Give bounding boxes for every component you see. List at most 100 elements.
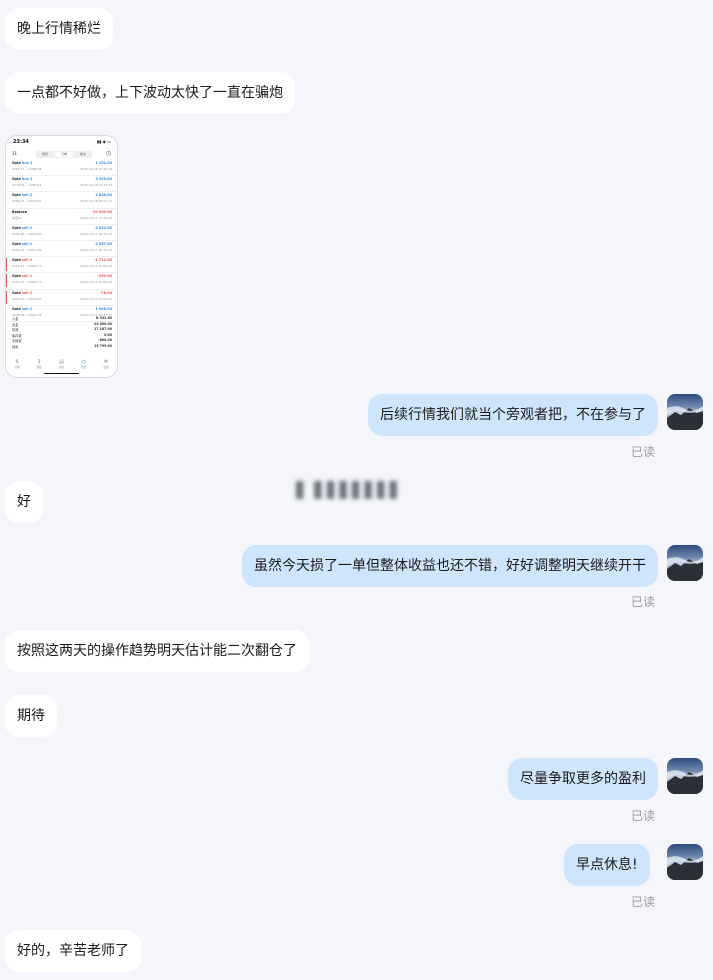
deal-symbol: Gold [12,241,21,246]
summary-label: 结余 [12,345,19,349]
deal-row: Gold sell 1 4322.27 → 4326.17 -390.00 2025.… [6,273,117,290]
summary-row: 手续费 -800.00 [12,338,112,343]
deal-profit: 4 534.00 [95,225,112,230]
phone-tab: ▤ 交易 [50,359,72,369]
message-bubble-outgoing[interactable]: 后续行情我们就当个旁观者把，不在参与了 [368,394,658,436]
deal-symbol: Gold [12,306,21,311]
deal-title: Gold sell 2 [12,258,32,262]
phone-tab-label: 图表 [36,366,42,369]
blurred-system-text: ▋ ▋▋▋▋▋▋▋ [296,481,403,499]
deal-title: Gold buy 2 [12,161,32,165]
deal-profit: 3 295.00 [95,177,112,182]
deal-time: 2025.12.17 16:11:35 [80,231,112,236]
message-bubble-outgoing[interactable]: 虽然今天损了一单但整体收益也还不错，好好调整明天继续开干 [242,545,658,587]
image-message-trade-history[interactable]: 23:34 ▮▮ ◉ ▭ 31 持仓 订单 成交 ◷ Gold buy 2 439… [5,135,118,378]
deal-title: Gold sell 2 [12,307,32,311]
deal-prices: 4336.66 → 4313.80 [12,231,42,236]
deal-row: Gold sell 2 4318.45 → 4326.77 -1 712.00 202… [6,257,117,274]
message-bubble-incoming[interactable]: 期待 [5,695,57,737]
avatar[interactable] [667,545,703,581]
read-receipt: 已读 [631,809,656,823]
deal-title: Gold sell 2 [12,291,32,295]
phone-home-indicator [44,372,79,374]
summary-value: N 332.00 [95,316,112,320]
summary-value: -10 000.00 [92,321,112,326]
read-receipt: 已读 [631,445,656,459]
message-bubble-outgoing[interactable]: 早点休息! [564,844,650,886]
deal-symbol: Gold [12,161,21,165]
deal-profit: -10 000.00 [91,209,112,214]
read-receipt: 已读 [631,895,656,909]
deal-profit: 2 567.00 [95,241,112,246]
deal-time: 2025.12.17 21:08:45 [80,264,112,269]
summary-row: 库存费 0.00 [12,333,112,338]
summary-row: 入金 N 332.00 [12,316,112,321]
phone-segment-active: 订单 [55,152,73,157]
phone-segment-control: 持仓 订单 成交 [36,151,92,158]
summary-label: 库存费 [12,333,22,338]
deal-prices: 4386.75 → 4378.50 [12,199,42,204]
phone-history-header: 31 持仓 订单 成交 ◷ [6,150,117,160]
deal-profit: 1 968.00 [95,306,112,311]
phone-header-left: 31 [12,151,18,156]
deal-row: Gold buy 2 4395.17 → 4388.98 1 152.00 2025.… [6,160,117,177]
phone-deal-list: Gold buy 2 4395.17 → 4388.98 1 152.00 2025.… [6,160,117,322]
message-bubble-incoming[interactable]: 按照这两天的操作趋势明天估计能二次翻仓了 [5,630,309,672]
summary-row: 结余 15 799.00 [12,344,112,349]
avatar[interactable] [667,844,703,880]
deal-row: Gold sell 1 4339.02 → 4313.38 2 567.00 2025… [6,241,117,258]
phone-tab-label: 交易 [58,366,65,369]
deal-prices: 4339.02 → 4313.38 [12,247,42,252]
phone-status-icons: ▮▮ ◉ ▭ [96,139,111,144]
phone-segment: 成交 [79,152,86,156]
avatar[interactable] [667,394,703,430]
message-bubble-outgoing[interactable]: 尽量争取更多的盈利 [508,758,658,800]
deal-prices: 4318.45 → 4326.77 [12,264,42,269]
deal-action: sell 1 [21,274,33,279]
deal-title: Gold sell 2 [12,226,32,230]
summary-value: 15 799.00 [94,344,112,348]
summary-value: -800.00 [98,338,112,343]
deal-action: sell 2 [21,306,33,311]
deal-row: Gold sell 2 4336.66 → 4313.80 4 534.00 2025… [6,225,117,241]
read-receipt: 已读 [631,595,656,609]
phone-tab-label: 行情 [14,366,20,369]
deal-row: Balance 充值01 -10 000.00 2025.12.17 11:54:4… [6,209,117,225]
phone-tab: ⇅ 行情 [6,359,28,369]
deal-action: sell 1 [21,241,33,246]
deal-time: 2025.12.18 01:41:33 [80,183,112,188]
phone-segment: 持仓 [41,152,48,156]
summary-label: 出金 [12,322,19,327]
avatar-mountain-image [667,770,703,794]
phone-tab-label: 历史 [81,366,87,369]
deal-time: 2025.12.18 00:21:11 [80,199,112,204]
deal-profit: -1 712.00 [93,258,112,263]
deal-time: 2025.12.17 10:11:54 [80,247,112,252]
deal-title: Balance [12,210,27,214]
deal-action: buy 2 [21,161,33,165]
deal-title: Gold sell 1 [12,242,32,246]
deal-time: 2025.12.17 21:08:45 [80,280,112,285]
deal-title: Gold sell 1 [12,274,32,278]
deal-profit: -78.00 [99,290,112,295]
phone-status-time: 23:34 [13,139,29,145]
avatar[interactable] [667,758,703,794]
deal-profit: 2 846.00 [95,193,112,198]
deal-symbol: Gold [12,290,21,295]
summary-value: 17 187.00 [94,327,112,332]
deal-prices: 充值01 [12,215,22,220]
message-bubble-incoming[interactable]: 好 [5,481,43,523]
clock-icon: ◷ [105,150,111,157]
message-bubble-incoming[interactable]: 一点都不好做，上下波动太快了一直在骗炮 [5,72,295,114]
deal-time: 2025.12.17 21:07:42 [80,296,112,301]
deal-time: 2025.12.18 10:20:14 [80,167,112,171]
message-bubble-incoming[interactable]: 好的，辛苦老师了 [5,930,141,972]
deal-row: Gold sell 2 4299.90 → 4300.00 -78.00 2025.1… [6,290,117,306]
message-bubble-incoming[interactable]: 晚上行情稀烂 [5,8,113,50]
avatar-mountain-image [667,406,703,430]
deal-profit: 1 152.00 [95,161,112,165]
deal-title: Gold buy 2 [12,177,32,181]
deal-prices: 4322.27 → 4326.17 [12,280,42,285]
deal-prices: 4299.90 → 4300.00 [12,296,42,301]
deal-row: Gold sell 2 4386.75 → 4378.50 2 846.00 2025… [6,192,117,209]
